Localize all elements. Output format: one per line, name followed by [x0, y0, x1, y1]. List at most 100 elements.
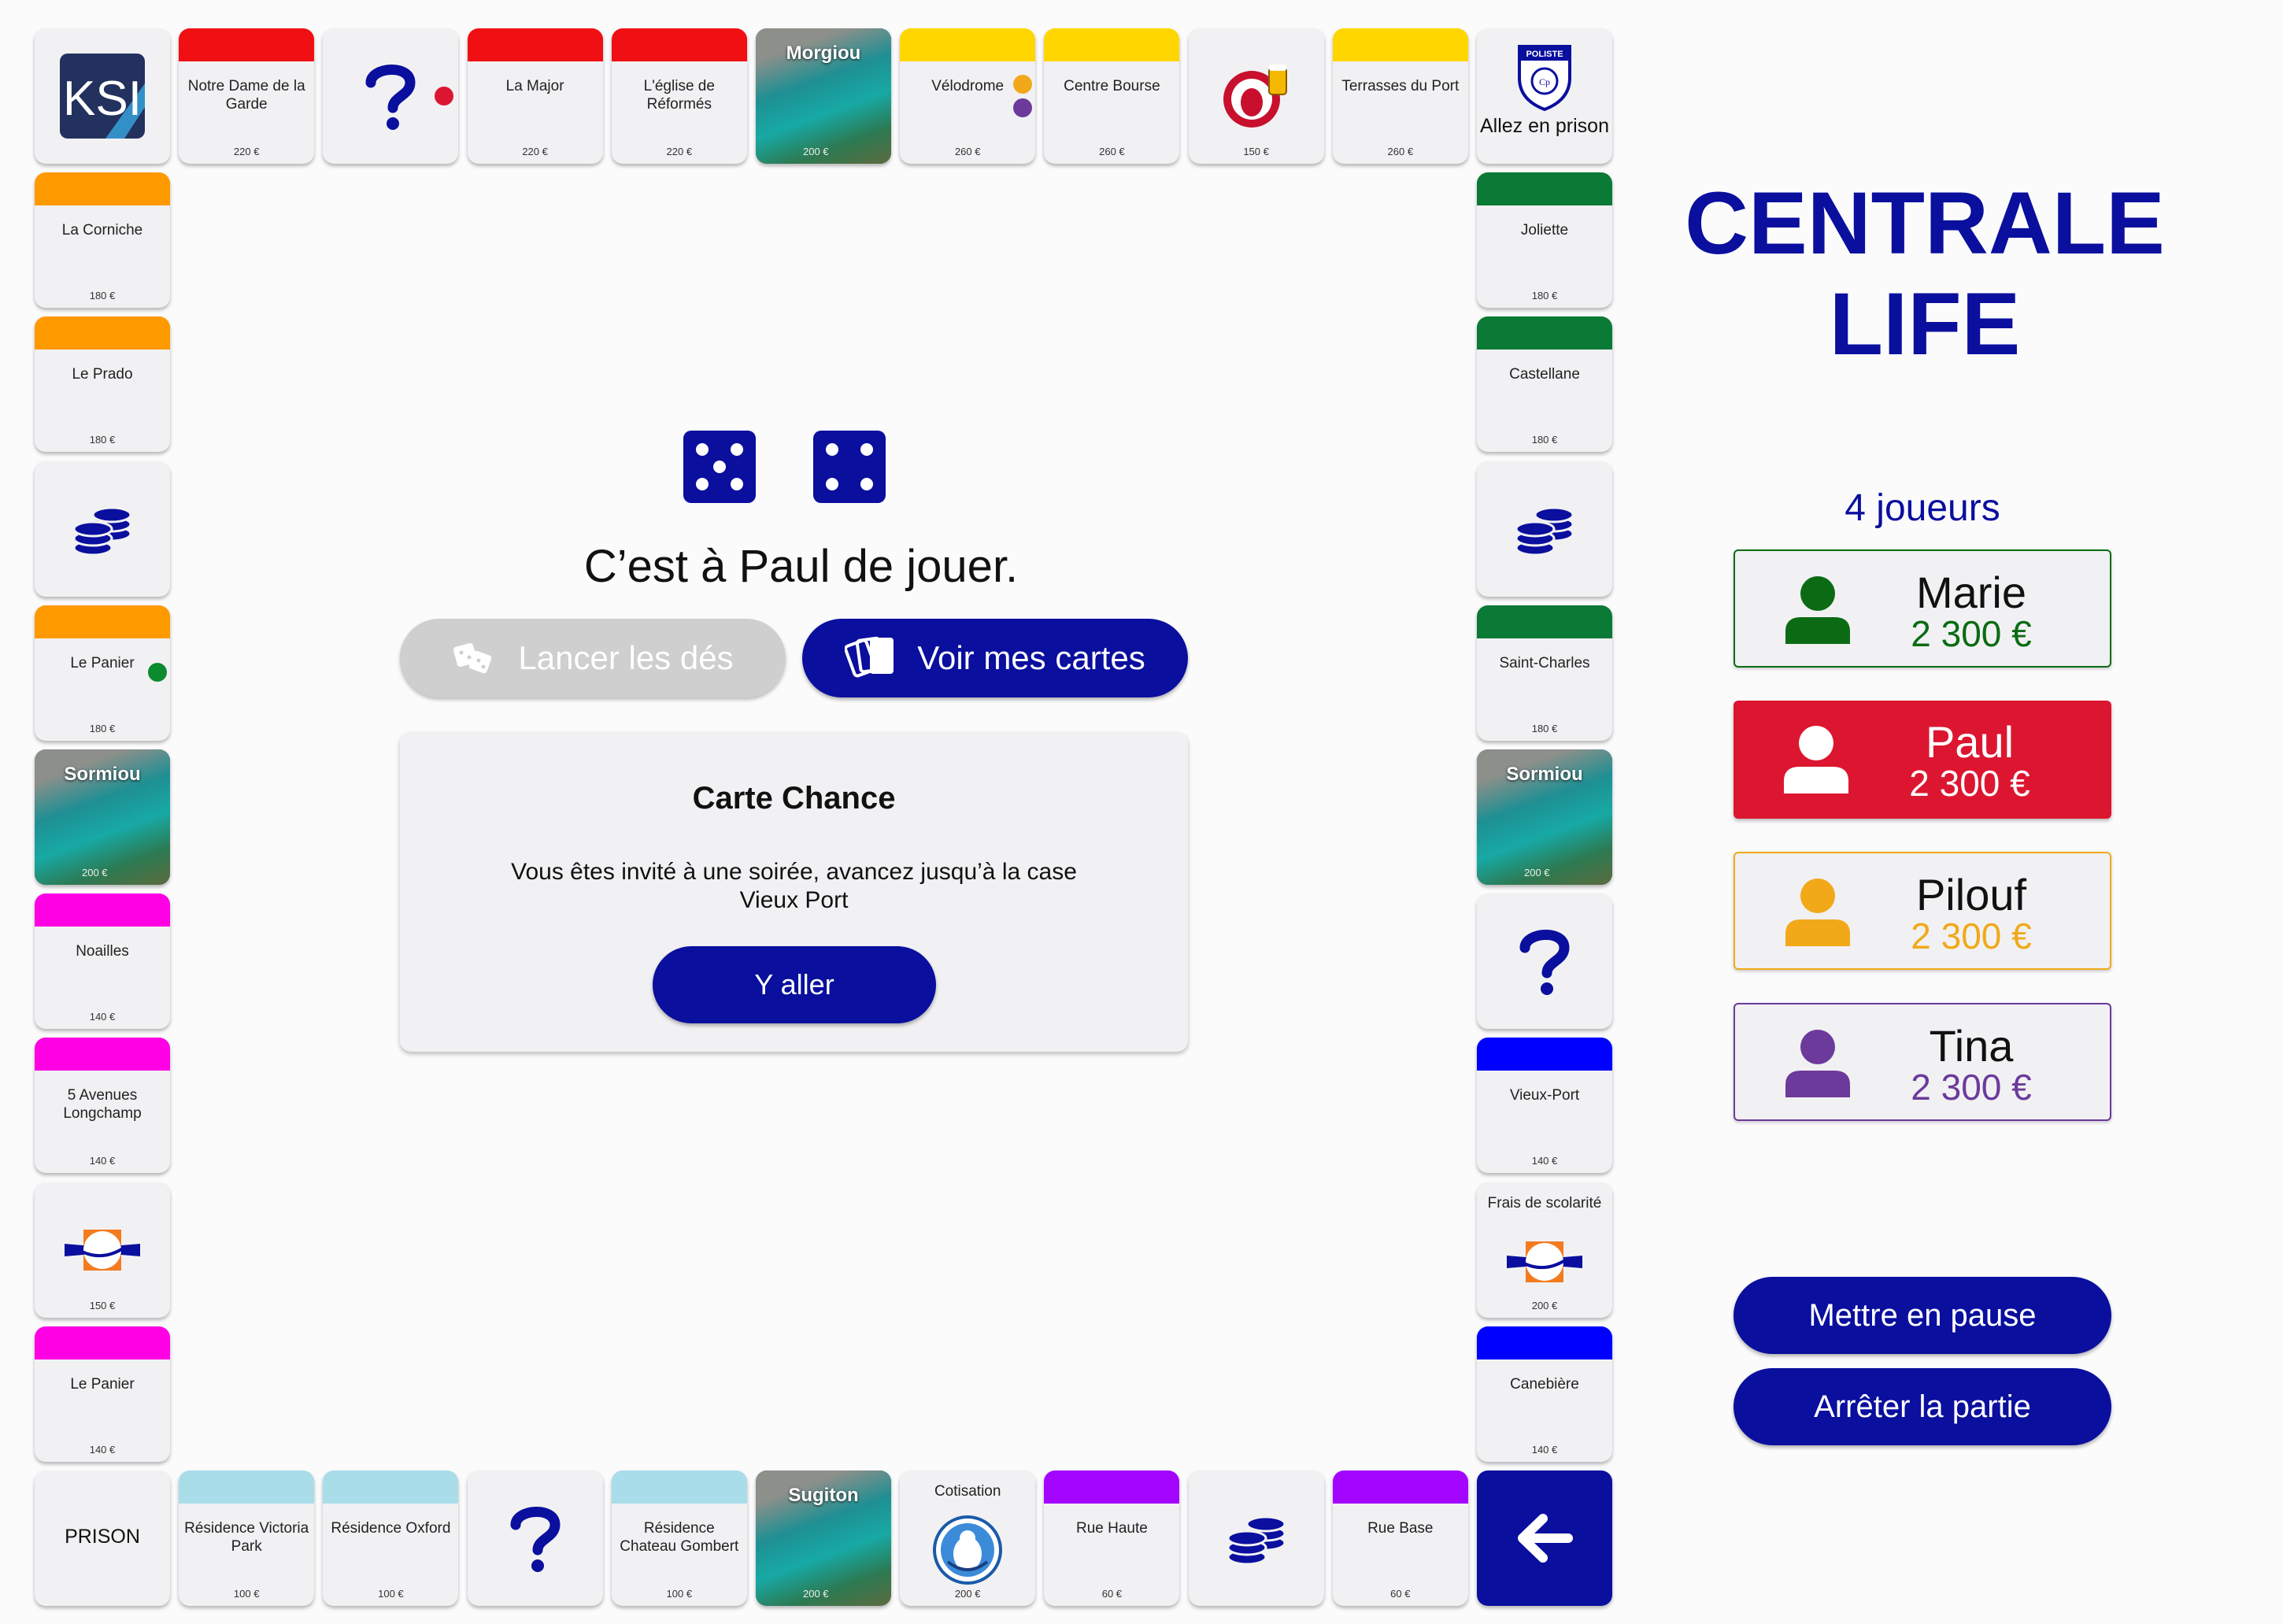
tile-price: 200 € — [1524, 867, 1550, 879]
color-band — [35, 605, 170, 638]
player-card[interactable]: Tina 2 300 € — [1734, 1003, 2111, 1121]
player-money: 2 300 € — [1911, 916, 2032, 956]
player-card[interactable]: Marie 2 300 € — [1734, 549, 2111, 668]
board-tile-left[interactable] — [35, 461, 170, 597]
roll-dice-button[interactable]: Lancer les dés — [400, 619, 786, 697]
dice-icon — [453, 642, 492, 674]
card-text: Vous êtes invité à une soirée, avancez j… — [511, 859, 1077, 913]
die-1 — [683, 431, 756, 503]
coins-icon — [1189, 1470, 1324, 1606]
board-tile-left[interactable]: Noailles 140 € — [35, 893, 170, 1030]
color-band — [1477, 316, 1612, 350]
board-tile-bottom[interactable]: Rue Haute 60 € — [1044, 1470, 1180, 1606]
board-tile-bottom[interactable]: Résidence Chateau Gombert 100 € — [611, 1470, 747, 1606]
board-tile-bottom[interactable] — [467, 1470, 603, 1606]
svg-text:POLISTE: POLISTE — [1526, 50, 1563, 59]
tile-price: 60 € — [1101, 1588, 1123, 1600]
board-tile-top[interactable]: L'église de Réformés 220 € — [611, 28, 747, 164]
board-tile-left[interactable]: La Corniche 180 € — [35, 172, 170, 309]
color-band — [1044, 28, 1180, 61]
card-action-button[interactable]: Y aller — [653, 946, 936, 1023]
stop-game-button[interactable]: Arrêter la partie — [1734, 1368, 2111, 1445]
tile-price: 260 € — [1099, 146, 1125, 157]
tile-price: 100 € — [233, 1588, 260, 1600]
game-title-line2: LIFE — [1829, 275, 2021, 373]
tile-price: 180 € — [89, 722, 116, 734]
board-tile-right[interactable]: Saint-Charles 180 € — [1477, 605, 1612, 741]
tile-name: Sormiou — [1506, 764, 1583, 785]
board-tile-left[interactable]: 150 € — [35, 1182, 170, 1318]
board-tile-right[interactable]: Frais de scolarité 200 € — [1477, 1182, 1612, 1318]
tile-name: Frais de scolarité — [1487, 1194, 1602, 1212]
color-band — [35, 172, 170, 206]
tile-name: Castellane — [1509, 366, 1580, 383]
board-tile-top[interactable]: La Major 220 € — [467, 28, 603, 164]
board-tile-top[interactable]: Terrasses du Port 260 € — [1332, 28, 1468, 164]
tile-price: 140 € — [89, 1155, 116, 1167]
board-tile-left[interactable]: Sormiou 200 € — [35, 749, 170, 885]
board-tile-top[interactable]: 150 € — [1188, 28, 1324, 164]
board-tile-bottom[interactable]: Résidence Victoria Park 100 € — [179, 1470, 315, 1606]
tile-price: 220 € — [666, 146, 693, 157]
tile-name: Sugiton — [788, 1485, 859, 1506]
tile-name: Saint-Charles — [1499, 654, 1590, 671]
pawn-paul — [435, 87, 453, 105]
player-card[interactable]: Pilouf 2 300 € — [1734, 852, 2111, 970]
board-tile-right[interactable]: Canebière 140 € — [1477, 1326, 1612, 1462]
tile-price: 200 € — [82, 867, 108, 879]
board-tile-bottom[interactable]: Cotisation 200 € — [900, 1470, 1036, 1606]
board-tile-right[interactable]: Joliette 180 € — [1477, 172, 1612, 309]
color-band — [323, 1470, 459, 1504]
board-tile-right[interactable] — [1477, 461, 1612, 597]
tile-name: Rue Base — [1367, 1520, 1434, 1537]
police-badge-icon: POLISTE Cp — [1477, 28, 1612, 124]
board-tile-bottom[interactable]: Sugiton 200 € — [756, 1470, 891, 1606]
board-tile-right[interactable]: Castellane 180 € — [1477, 316, 1612, 453]
board-tile-top[interactable]: Centre Bourse 260 € — [1044, 28, 1180, 164]
user-icon — [1785, 879, 1850, 946]
pause-button[interactable]: Mettre en pause — [1734, 1277, 2111, 1354]
tile-name: Cotisation — [934, 1483, 1001, 1500]
board-tile-bottom[interactable]: PRISON — [35, 1470, 170, 1606]
tile-name: Noailles — [76, 943, 129, 960]
color-band — [900, 28, 1036, 61]
svg-text:KSI: KSI — [63, 72, 142, 126]
board-tile-right[interactable] — [1477, 893, 1612, 1030]
color-band — [35, 1326, 170, 1359]
board-tile-bottom[interactable] — [1477, 1470, 1612, 1606]
board-tile-top[interactable]: POLISTE Cp Allez en prison — [1477, 28, 1612, 164]
board-tile-left[interactable]: Le Prado 180 € — [35, 316, 170, 453]
tile-name: Le Prado — [72, 366, 133, 383]
color-band — [1477, 172, 1612, 206]
board-tile-left[interactable]: Le Panier 140 € — [35, 1326, 170, 1462]
view-cards-button[interactable]: Voir mes cartes — [802, 619, 1188, 697]
board-tile-right[interactable]: Sormiou 200 € — [1477, 749, 1612, 885]
board-tile-right[interactable]: Vieux-Port 140 € — [1477, 1038, 1612, 1174]
board-tile-bottom[interactable] — [1188, 1470, 1324, 1606]
board-tile-bottom[interactable]: Résidence Oxford 100 € — [323, 1470, 459, 1606]
player-count: 4 joueurs — [1845, 487, 2000, 529]
tile-price: 150 € — [1243, 146, 1269, 157]
color-band — [1477, 1038, 1612, 1071]
color-band — [179, 1470, 315, 1504]
tile-name: Résidence Victoria Park — [184, 1520, 309, 1555]
tile-name: Résidence Chateau Gombert — [620, 1520, 739, 1555]
tile-price: 140 € — [1531, 1443, 1558, 1456]
player-money: 2 300 € — [1911, 613, 2032, 654]
board-tile-bottom[interactable]: Rue Base 60 € — [1332, 1470, 1468, 1606]
view-cards-label: Voir mes cartes — [917, 639, 1145, 676]
board-tile-left[interactable]: 5 Avenues Longchamp 140 € — [35, 1038, 170, 1174]
tile-price: 200 € — [803, 146, 829, 157]
board-tile-top[interactable]: Vélodrome 260 € — [900, 28, 1036, 164]
game-title-line1: CENTRALE — [1685, 174, 2165, 272]
tile-price: 180 € — [1531, 722, 1558, 734]
turn-text: C’est à Paul de jouer. — [583, 541, 1019, 592]
planet-logo-icon — [35, 1182, 170, 1318]
board-tile-top[interactable]: KSI — [35, 28, 170, 164]
user-icon — [1785, 1030, 1850, 1097]
board-tile-top[interactable]: Notre Dame de la Garde 220 € — [179, 28, 315, 164]
question-icon — [1477, 893, 1612, 1029]
player-card[interactable]: Paul 2 300 € — [1734, 701, 2111, 819]
color-band — [35, 893, 170, 927]
board-tile-top[interactable]: Morgiou 200 € — [756, 28, 891, 164]
